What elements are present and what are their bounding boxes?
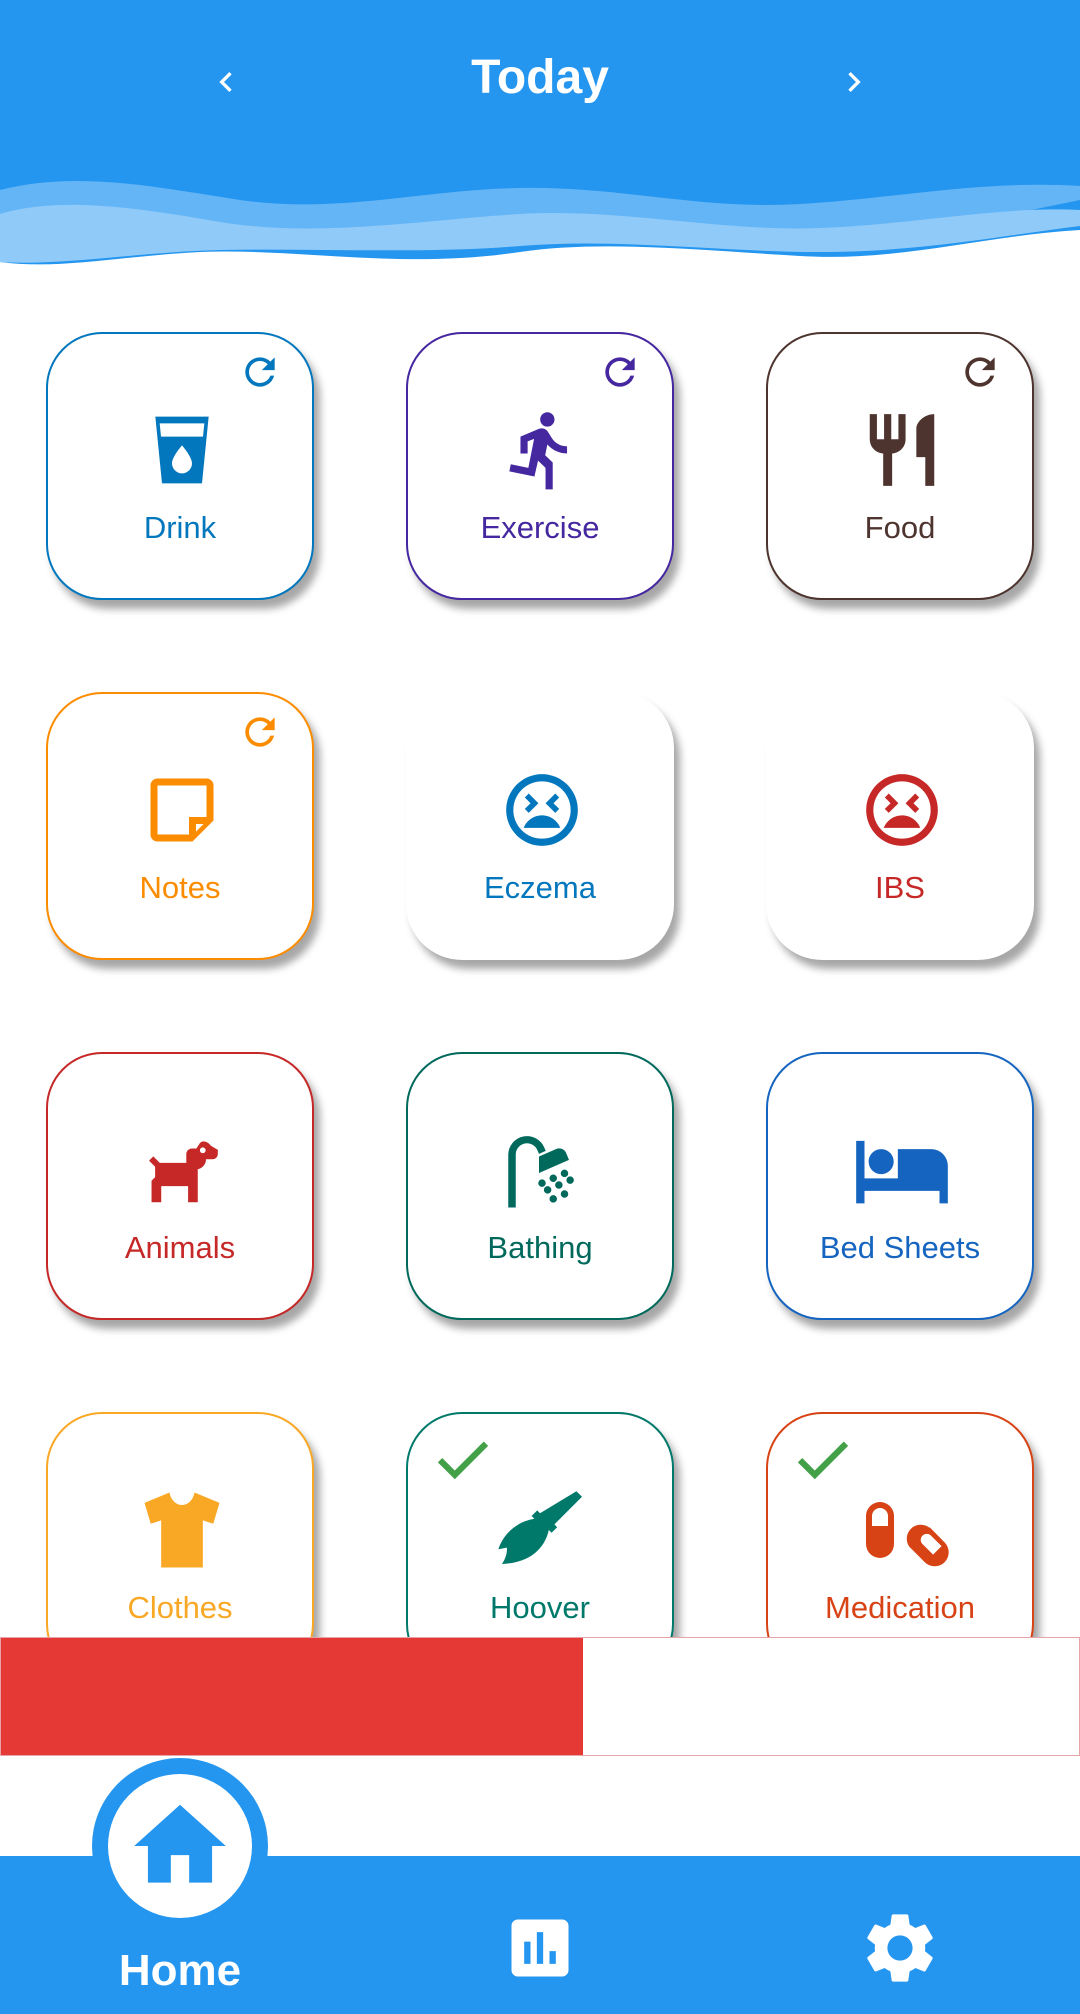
tile-notes[interactable]: Notes bbox=[46, 692, 314, 960]
refresh-icon bbox=[605, 357, 635, 387]
broom-icon bbox=[492, 1480, 592, 1580]
bed-icon bbox=[852, 1120, 952, 1220]
activity-grid: Drink Exercise Food Notes Eczema IBS Ani… bbox=[0, 0, 1080, 1637]
statistics-button[interactable] bbox=[502, 1910, 578, 1986]
tile-medication[interactable]: Medication bbox=[766, 1412, 1034, 1637]
fork-knife-icon bbox=[852, 400, 952, 500]
refresh-icon bbox=[245, 357, 275, 387]
daily-progress-bar bbox=[0, 1637, 1080, 1756]
gear-icon bbox=[867, 1914, 933, 1982]
tile-exercise[interactable]: Exercise bbox=[406, 332, 674, 600]
tile-eczema[interactable]: Eczema bbox=[406, 692, 674, 960]
sad-face-icon bbox=[852, 760, 952, 860]
tile-label: Food bbox=[864, 510, 936, 545]
tile-label: Animals bbox=[124, 1230, 236, 1265]
tile-animals[interactable]: Animals bbox=[46, 1052, 314, 1320]
home-button[interactable] bbox=[92, 1758, 268, 1934]
sad-face-icon bbox=[492, 760, 592, 860]
tile-label: Medication bbox=[825, 1590, 975, 1625]
check-icon bbox=[797, 1441, 849, 1480]
tile-label: Clothes bbox=[127, 1590, 233, 1625]
bar-chart-icon bbox=[511, 1919, 569, 1977]
check-icon bbox=[437, 1441, 489, 1480]
refresh-icon bbox=[245, 717, 275, 747]
tile-label: Hoover bbox=[490, 1590, 590, 1625]
dog-icon bbox=[132, 1120, 232, 1220]
run-icon bbox=[492, 400, 592, 500]
tile-ibs[interactable]: IBS bbox=[766, 692, 1034, 960]
tile-food[interactable]: Food bbox=[766, 332, 1034, 600]
cup-water-icon bbox=[132, 400, 232, 500]
refresh-icon bbox=[965, 357, 995, 387]
shirt-icon bbox=[132, 1480, 232, 1580]
tile-clothes[interactable]: Clothes bbox=[46, 1412, 314, 1637]
tile-bathing[interactable]: Bathing bbox=[406, 1052, 674, 1320]
home-label[interactable]: Home bbox=[80, 1946, 280, 1996]
settings-button[interactable] bbox=[858, 1906, 942, 1990]
pills-icon bbox=[852, 1480, 952, 1580]
tile-drink[interactable]: Drink bbox=[46, 332, 314, 600]
tile-label: Bed Sheets bbox=[819, 1230, 981, 1265]
sticky-note-icon bbox=[132, 760, 232, 860]
tile-label: Drink bbox=[143, 510, 217, 545]
home-icon bbox=[134, 1804, 226, 1883]
tile-label: Bathing bbox=[487, 1230, 593, 1265]
tile-bed-sheets[interactable]: Bed Sheets bbox=[766, 1052, 1034, 1320]
tile-label: Eczema bbox=[484, 870, 596, 905]
progress-fill bbox=[1, 1638, 584, 1755]
tile-label: IBS bbox=[875, 870, 925, 905]
tile-label: Notes bbox=[139, 870, 221, 905]
tile-hoover[interactable]: Hoover bbox=[406, 1412, 674, 1637]
shower-icon bbox=[492, 1120, 592, 1220]
home-button-inner bbox=[108, 1774, 252, 1918]
tile-label: Exercise bbox=[480, 510, 600, 545]
